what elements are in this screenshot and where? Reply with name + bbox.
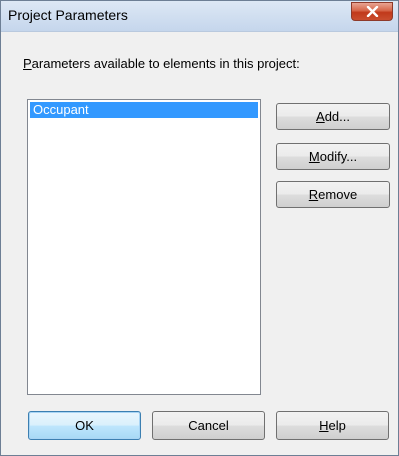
list-item[interactable]: Occupant [30,102,258,118]
help-button[interactable]: Help [276,411,389,440]
project-parameters-dialog: Project Parameters Parameters available … [0,0,399,456]
remove-button[interactable]: Remove [276,181,390,208]
ok-button[interactable]: OK [28,411,141,440]
close-button[interactable] [351,2,393,21]
add-button[interactable]: Add... [276,103,390,130]
cancel-button[interactable]: Cancel [152,411,265,440]
title-bar[interactable]: Project Parameters [1,1,398,32]
modify-button[interactable]: Modify... [276,143,390,170]
parameters-prompt-label: Parameters available to elements in this… [23,56,300,71]
window-title: Project Parameters [8,7,128,23]
close-icon [366,6,379,17]
parameters-listbox[interactable]: Occupant [27,99,261,395]
